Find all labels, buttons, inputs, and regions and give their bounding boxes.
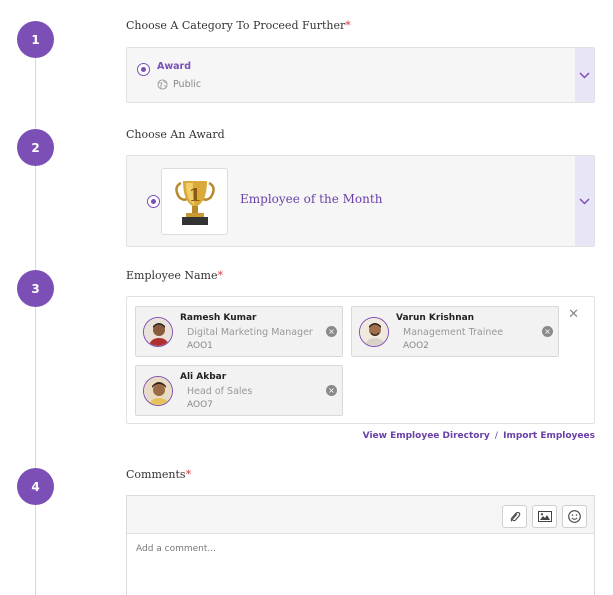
step-4-indicator: 4 xyxy=(17,468,54,505)
employee-name: Ramesh Kumar xyxy=(180,313,257,323)
remove-chip-icon[interactable]: × xyxy=(326,326,337,337)
employee-name: Varun Krishnan xyxy=(396,313,475,323)
award-dropdown[interactable]: 1 Employee of the Month xyxy=(126,155,595,247)
employee-id: AOO7 xyxy=(187,400,213,410)
award-thumbnail: 1 xyxy=(161,168,228,235)
paperclip-icon xyxy=(510,511,520,522)
chevron-down-icon xyxy=(579,197,590,205)
remove-chip-icon[interactable]: × xyxy=(542,326,553,337)
employee-role: Digital Marketing Manager xyxy=(187,327,313,338)
link-separator: / xyxy=(494,431,498,441)
chevron-down-icon xyxy=(579,71,590,79)
comment-input[interactable]: Add a comment... xyxy=(136,544,216,554)
emoji-button[interactable] xyxy=(562,505,587,528)
category-selected-sub: Public xyxy=(157,79,201,90)
employee-role: Management Trainee xyxy=(403,327,504,338)
avatar xyxy=(143,376,173,406)
category-label: Choose A Category To Proceed Further* xyxy=(126,19,351,32)
category-radio[interactable] xyxy=(137,63,150,76)
comment-editor[interactable]: Add a comment... xyxy=(126,495,595,595)
comments-label: Comments* xyxy=(126,468,192,481)
step-1-indicator: 1 xyxy=(17,21,54,58)
category-dropdown-button[interactable] xyxy=(575,48,594,102)
employee-chip: Ramesh Kumar Digital Marketing Manager A… xyxy=(135,306,343,357)
employee-id: AOO1 xyxy=(187,341,213,351)
employee-links: View Employee Directory / Import Employe… xyxy=(363,431,595,441)
category-dropdown[interactable]: Award Public xyxy=(126,47,595,103)
award-label: Choose An Award xyxy=(126,128,225,141)
step-2-indicator: 2 xyxy=(17,129,54,166)
employee-name: Ali Akbar xyxy=(180,372,227,382)
comment-toolbar xyxy=(127,496,594,534)
view-employee-directory-link[interactable]: View Employee Directory xyxy=(363,431,490,441)
step-3-indicator: 3 xyxy=(17,270,54,307)
smiley-icon xyxy=(568,510,581,523)
award-selected-name: Employee of the Month xyxy=(240,192,383,206)
image-icon xyxy=(537,511,552,522)
employee-label: Employee Name* xyxy=(126,269,223,282)
import-employees-link[interactable]: Import Employees xyxy=(503,431,595,441)
category-selected-title: Award xyxy=(157,61,192,72)
trophy-icon: 1 xyxy=(174,180,215,225)
employee-multiselect[interactable]: Ramesh Kumar Digital Marketing Manager A… xyxy=(126,296,595,424)
remove-chip-icon[interactable]: × xyxy=(326,385,337,396)
globe-icon xyxy=(157,79,168,90)
insert-image-button[interactable] xyxy=(532,505,557,528)
employee-role: Head of Sales xyxy=(187,386,253,397)
employee-id: AOO2 xyxy=(403,341,429,351)
clear-all-icon[interactable]: ✕ xyxy=(568,307,579,322)
attach-button[interactable] xyxy=(502,505,527,528)
avatar xyxy=(359,317,389,347)
employee-chip: Ali Akbar Head of Sales AOO7 × xyxy=(135,365,343,416)
timeline-line xyxy=(35,40,36,595)
award-radio[interactable] xyxy=(147,195,160,208)
avatar xyxy=(143,317,173,347)
employee-chip: Varun Krishnan Management Trainee AOO2 × xyxy=(351,306,559,357)
award-dropdown-button[interactable] xyxy=(575,156,594,246)
svg-text:1: 1 xyxy=(188,185,201,206)
